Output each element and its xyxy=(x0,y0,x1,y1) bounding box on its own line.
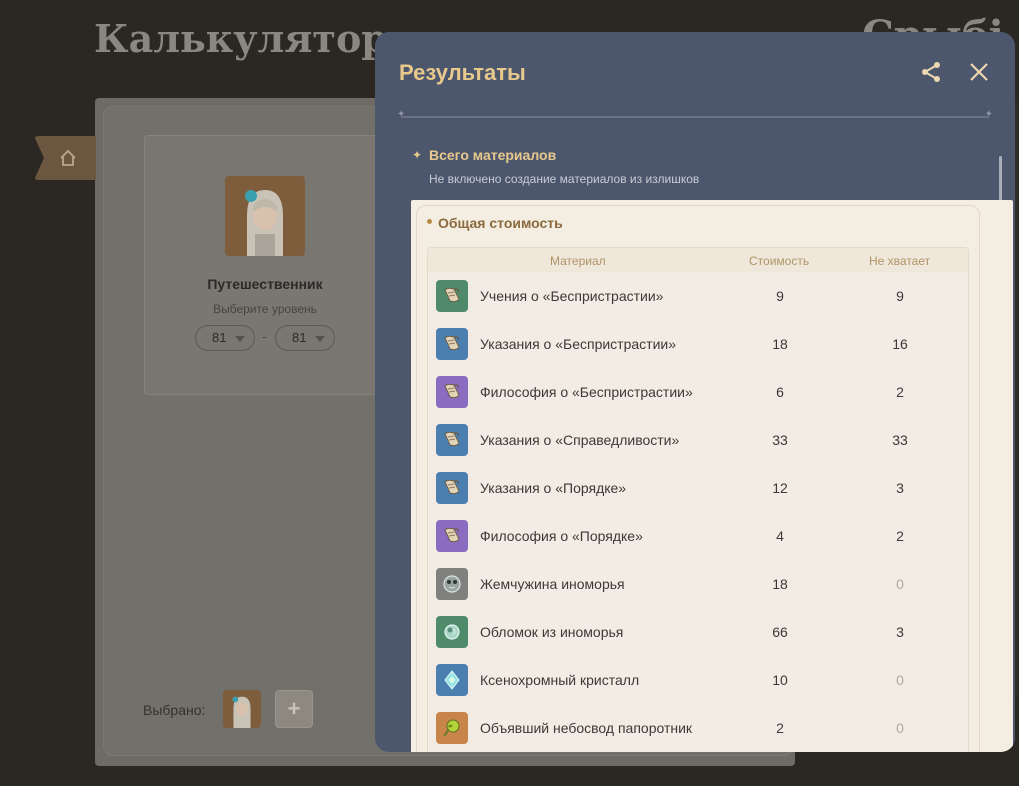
chevron-down-icon xyxy=(235,336,245,342)
header-divider xyxy=(397,109,993,120)
scroll-icon xyxy=(436,280,468,312)
material-missing: 2 xyxy=(896,384,904,400)
table-row: Ксенохромный кристалл 10 0 xyxy=(428,656,968,704)
material-missing: 3 xyxy=(896,624,904,640)
home-icon xyxy=(60,149,76,166)
level-range-dash: - xyxy=(262,329,267,344)
pearl-icon xyxy=(436,568,468,600)
material-missing: 0 xyxy=(896,672,904,688)
close-button[interactable] xyxy=(967,60,991,84)
chevron-down-icon xyxy=(315,336,325,342)
table-row: Обломок из иноморья 66 3 xyxy=(428,608,968,656)
material-name: Жемчужина иноморья xyxy=(480,576,625,592)
material-cost: 10 xyxy=(772,672,788,688)
column-header-missing: Не хватает xyxy=(869,254,931,268)
table-row: Философия о «Порядке» 4 2 xyxy=(428,512,968,560)
shard-icon xyxy=(436,616,468,648)
material-name: Философия о «Порядке» xyxy=(480,528,643,544)
material-cost: 18 xyxy=(772,576,788,592)
scroll-icon xyxy=(436,376,468,408)
material-missing: 33 xyxy=(892,432,908,448)
modal-title: Результаты xyxy=(399,60,526,85)
character-avatar xyxy=(225,176,305,256)
table-row: Указания о «Справедливости» 33 33 xyxy=(428,416,968,464)
material-cost: 9 xyxy=(776,288,784,304)
table-header: Материал Стоимость Не хватает xyxy=(428,248,968,272)
level-to-value: 81 xyxy=(292,330,307,345)
level-to-select[interactable]: 81 xyxy=(275,325,335,351)
add-character-button[interactable]: + xyxy=(275,690,313,728)
character-name: Путешественник xyxy=(207,276,323,292)
fern-icon xyxy=(436,712,468,744)
material-cost: 2 xyxy=(776,720,784,736)
material-name: Указания о «Порядке» xyxy=(480,480,627,496)
material-missing: 0 xyxy=(896,576,904,592)
material-name: Указания о «Беспристрастии» xyxy=(480,336,676,352)
table-row: Жемчужина иноморья 18 0 xyxy=(428,560,968,608)
table-row: Указания о «Беспристрастии» 18 16 xyxy=(428,320,968,368)
material-name: Обломок из иноморья xyxy=(480,624,624,640)
material-name: Объявший небосвод папоротник xyxy=(480,720,693,736)
material-name: Указания о «Справедливости» xyxy=(480,432,680,448)
share-icon xyxy=(922,62,940,82)
material-missing: 0 xyxy=(896,720,904,736)
material-missing: 2 xyxy=(896,528,904,544)
character-card[interactable]: Путешественник Выберите уровень 81 - 81 xyxy=(144,135,384,395)
level-prompt: Выберите уровень xyxy=(213,302,317,316)
table-row: Объявший небосвод папоротник 2 0 xyxy=(428,704,968,752)
column-header-cost: Стоимость xyxy=(749,254,810,268)
total-cost-panel: Общая стоимость Материал Стоимость Не хв… xyxy=(411,200,1013,752)
close-icon xyxy=(970,63,988,81)
material-missing: 9 xyxy=(896,288,904,304)
crystal-icon xyxy=(436,664,468,696)
scroll-icon xyxy=(436,520,468,552)
star-icon: ✦ xyxy=(412,148,423,162)
material-cost: 66 xyxy=(772,624,788,640)
cost-title: Общая стоимость xyxy=(438,215,563,231)
section-title: Всего материалов xyxy=(429,147,557,163)
materials-table: Материал Стоимость Не хватает Учения о «… xyxy=(427,247,969,752)
scroll-icon xyxy=(436,472,468,504)
selected-character-avatar[interactable] xyxy=(223,690,261,728)
material-name: Философия о «Беспристрастии» xyxy=(480,384,693,400)
scroll-icon xyxy=(436,424,468,456)
home-button[interactable] xyxy=(34,136,96,180)
material-name: Учения о «Беспристрастии» xyxy=(480,288,664,304)
table-row: Учения о «Беспристрастии» 9 9 xyxy=(428,272,968,320)
share-button[interactable] xyxy=(919,60,943,84)
material-cost: 4 xyxy=(776,528,784,544)
material-cost: 12 xyxy=(772,480,788,496)
results-modal: Результаты ✦ Всего материалов Не включен… xyxy=(375,32,1015,752)
bullet-icon xyxy=(427,219,432,224)
material-missing: 3 xyxy=(896,480,904,496)
selected-label: Выбрано: xyxy=(143,702,206,718)
section-subtitle: Не включено создание материалов из излиш… xyxy=(429,172,700,186)
material-missing: 16 xyxy=(892,336,908,352)
material-cost: 6 xyxy=(776,384,784,400)
column-header-material: Материал xyxy=(550,254,606,268)
scroll-icon xyxy=(436,328,468,360)
table-row: Указания о «Порядке» 12 3 xyxy=(428,464,968,512)
material-cost: 33 xyxy=(772,432,788,448)
level-from-value: 81 xyxy=(212,330,227,345)
level-from-select[interactable]: 81 xyxy=(195,325,255,351)
table-row: Философия о «Беспристрастии» 6 2 xyxy=(428,368,968,416)
material-name: Ксенохромный кристалл xyxy=(480,672,640,688)
material-cost: 18 xyxy=(772,336,788,352)
